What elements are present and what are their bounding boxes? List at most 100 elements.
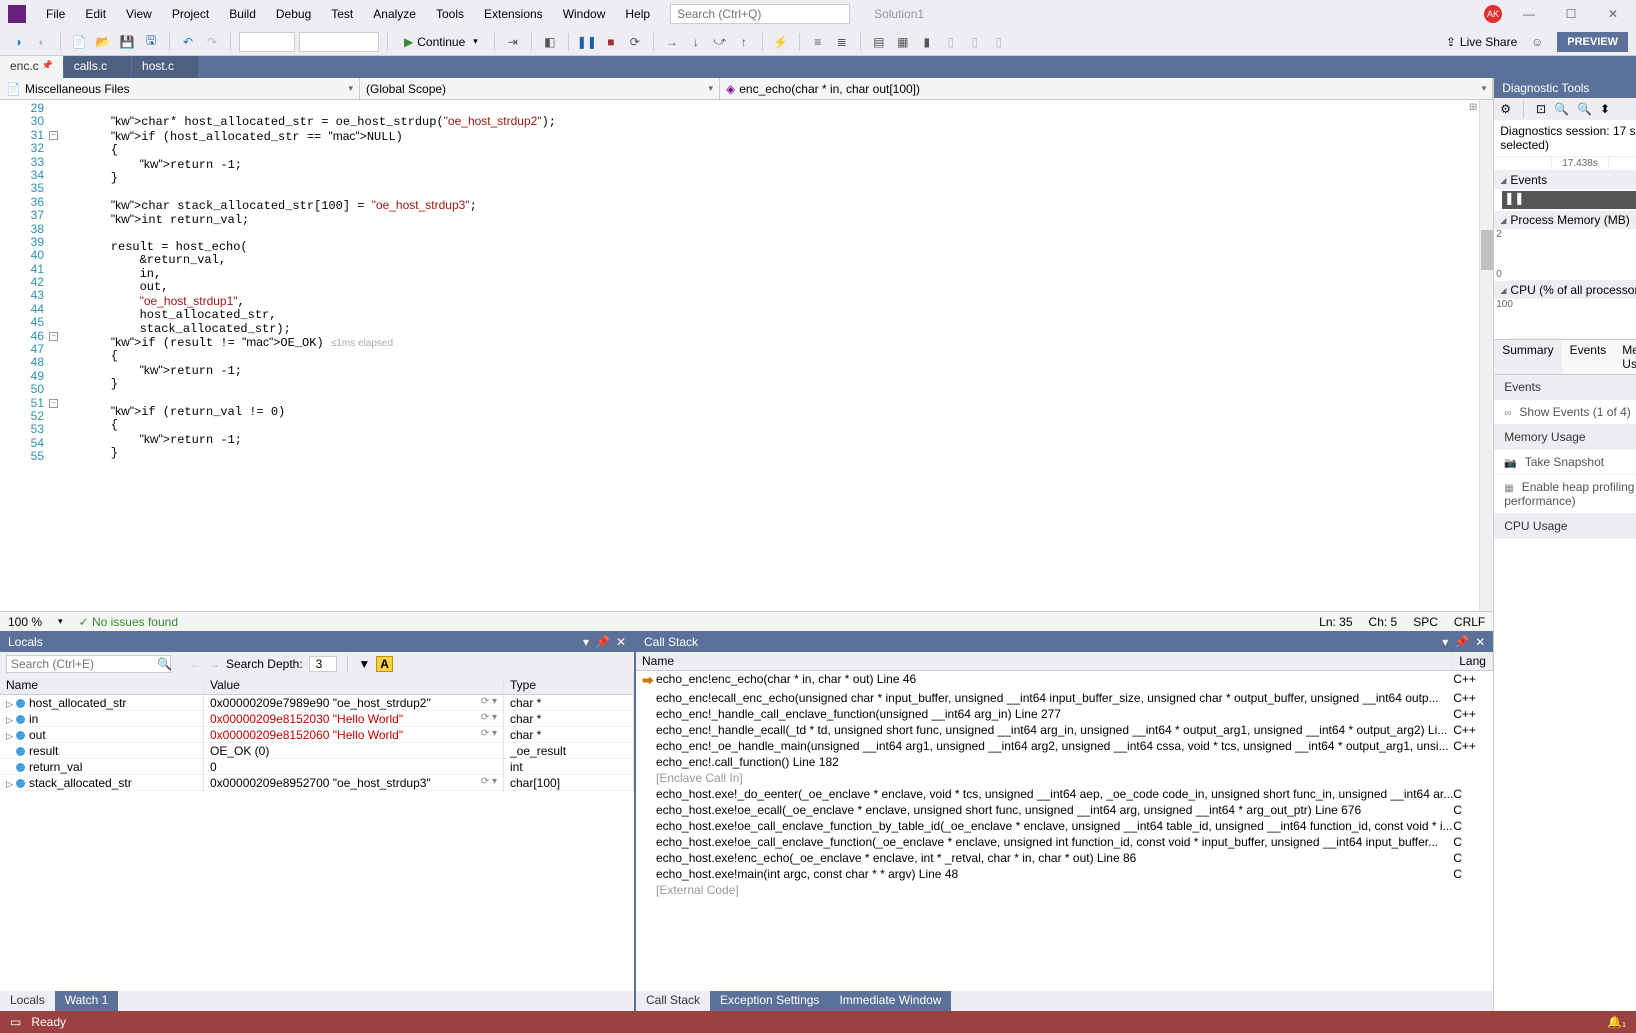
stop-icon[interactable]: ■ [601,32,621,52]
minimize-icon[interactable]: — [1514,7,1544,21]
tab-immediate[interactable]: Immediate Window [829,991,951,1011]
zoomout-icon[interactable]: 🔍 [1577,102,1592,116]
tab-exception-settings[interactable]: Exception Settings [710,991,829,1011]
show-events-link[interactable]: ∞Show Events (1 of 4) [1494,400,1636,425]
timeline-ruler[interactable]: 17.438s17.44s [1494,157,1636,171]
depth-value[interactable]: 3 [309,656,338,672]
nav-fwd-icon[interactable]: ◐ [32,32,52,52]
tab-enc-c[interactable]: enc.c📌× [0,56,64,78]
issues-indicator[interactable]: ✓ No issues found [79,615,178,629]
step-icon[interactable]: ⇥ [503,32,523,52]
reset-icon[interactable]: ⬍ [1600,102,1610,116]
tb-icon-3[interactable]: ≣ [832,32,852,52]
pause-icon[interactable]: ❚❚ [577,32,597,52]
menu-window[interactable]: Window [555,3,614,25]
menu-project[interactable]: Project [164,3,217,25]
search-icon[interactable]: 🔍 [157,657,172,671]
indent-indicator[interactable]: SPC [1413,615,1438,629]
gear-icon[interactable]: ⚙ [1500,102,1511,116]
step-out-icon[interactable]: ↑ [734,32,754,52]
callstack-row[interactable]: echo_host.exe!oe_ecall(_oe_enclave * enc… [636,802,1493,818]
menu-tools[interactable]: Tools [428,3,472,25]
memory-section-header[interactable]: Process Memory (MB)▼● [1494,211,1636,229]
hotreload-icon[interactable]: ◧ [540,32,560,52]
enable-heap-link[interactable]: ▦Enable heap profiling (affects performa… [1494,475,1636,514]
callstack-row[interactable]: echo_host.exe!enc_echo(_oe_enclave * enc… [636,850,1493,866]
menu-extensions[interactable]: Extensions [476,3,551,25]
tab-host-c[interactable]: host.c [132,56,199,78]
callstack-row[interactable]: echo_enc!ecall_enc_echo(unsigned char * … [636,690,1493,706]
filter-icon[interactable]: ▼ [358,657,370,671]
tb-icon-7[interactable]: ▯ [941,32,961,52]
cpu-chart[interactable]: 100100 [1508,299,1636,339]
nav-back-icon[interactable]: ◑ [8,32,28,52]
menu-debug[interactable]: Debug [268,3,319,25]
events-section-header[interactable]: Events [1494,171,1636,189]
locals-row[interactable]: ▷stack_allocated_str 0x00000209e8952700 … [0,775,634,791]
callstack-row[interactable]: ⮕ echo_enc!enc_echo(char * in, char * ou… [636,671,1493,690]
scope-function-combo[interactable]: ◈enc_echo(char * in, char out[100]) [720,78,1493,99]
close-icon[interactable]: ✕ [1598,7,1628,21]
callstack-row[interactable]: echo_enc!_handle_call_enclave_function(u… [636,706,1493,722]
restart-icon[interactable]: ⟳ [625,32,645,52]
tb-icon-8[interactable]: ▯ [965,32,985,52]
callstack-row[interactable]: echo_host.exe!_do_eenter(_oe_enclave * e… [636,786,1493,802]
next-stmt-icon[interactable]: → [662,32,682,52]
nav-fwd-icon[interactable]: → [208,657,220,671]
callstack-row[interactable]: echo_enc!_oe_handle_main(unsigned __int6… [636,738,1493,754]
scope-global-combo[interactable]: (Global Scope) [360,78,720,99]
nav-back-icon[interactable]: ← [190,657,202,671]
events-track[interactable]: ❚❚ [1502,191,1636,209]
select-icon[interactable]: ⊡ [1536,102,1546,116]
tab-calls-c[interactable]: calls.c [64,56,132,78]
live-share-button[interactable]: ⇪Live Share [1446,35,1517,49]
callstack-row[interactable]: echo_host.exe!oe_call_enclave_function_b… [636,818,1493,834]
col-value[interactable]: Value [204,676,504,694]
zoom-level[interactable]: 100 % [8,615,42,629]
callstack-row[interactable]: [External Code] [636,882,1493,898]
tb-icon-6[interactable]: ▮ [917,32,937,52]
close-pane-icon[interactable]: ✕ [1475,635,1485,649]
tb-icon-1[interactable]: ⚡ [771,32,791,52]
callstack-row[interactable]: [Enclave Call In] [636,770,1493,786]
quick-launch-input[interactable] [670,4,850,24]
col-name[interactable]: Name [636,652,1453,670]
menu-test[interactable]: Test [323,3,361,25]
new-item-icon[interactable]: 📄 [69,32,89,52]
menu-view[interactable]: View [118,3,160,25]
lineending-indicator[interactable]: CRLF [1454,615,1485,629]
feedback-icon[interactable]: ☺ [1527,32,1547,52]
save-icon[interactable]: 💾 [117,32,137,52]
cpu-section-header[interactable]: CPU (% of all processors) [1494,281,1636,299]
split-icon[interactable]: ⊞ [1469,102,1477,113]
undo-icon[interactable]: ↶ [178,32,198,52]
code-editor[interactable]: 2930−313233343536373839404142434445−4647… [0,100,1493,611]
dropdown-icon[interactable]: ▾ [583,635,589,649]
avatar[interactable]: AK [1484,5,1502,23]
diag-tab-memory[interactable]: Memory Usage [1614,340,1636,374]
take-snapshot-link[interactable]: 📷Take Snapshot [1494,450,1636,475]
tb-icon-2[interactable]: ≡ [808,32,828,52]
callstack-row[interactable]: echo_enc!_handle_ecall(_td * td, unsigne… [636,722,1493,738]
output-icon[interactable]: ▭ [10,1015,21,1029]
save-all-icon[interactable]: 🖫 [141,32,161,52]
redo-icon[interactable]: ↷ [202,32,222,52]
pin-icon[interactable]: 📌 [41,60,52,71]
notifications-icon[interactable]: 🔔₁ [1607,1015,1626,1029]
maximize-icon[interactable]: ☐ [1556,7,1586,21]
scope-project-combo[interactable]: 📄Miscellaneous Files [0,78,360,99]
callstack-row[interactable]: echo_enc!.call_function() Line 182 [636,754,1493,770]
col-lang[interactable]: Lang [1453,652,1493,670]
zoomin-icon[interactable]: 🔍 [1554,102,1569,116]
preview-button[interactable]: PREVIEW [1557,32,1628,52]
menu-help[interactable]: Help [617,3,658,25]
menu-file[interactable]: File [38,3,73,25]
pin-pane-icon[interactable]: 📌 [595,635,610,649]
tb-icon-4[interactable]: ▤ [869,32,889,52]
col-name[interactable]: Name [0,676,204,694]
diag-tab-events[interactable]: Events [1562,340,1615,374]
dropdown-icon[interactable]: ▾ [1442,635,1448,649]
tab-callstack[interactable]: Call Stack [636,991,710,1011]
highlight-icon[interactable]: A [376,656,393,672]
memory-chart[interactable]: 22 00 [1508,229,1636,281]
